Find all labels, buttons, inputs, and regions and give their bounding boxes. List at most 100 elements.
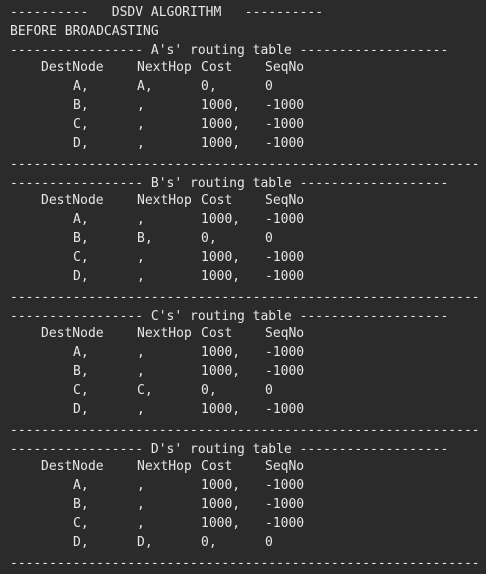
table-close-rule: ----------------------------------------…	[10, 556, 480, 571]
table-title: ----------------- D's' routing table ---…	[10, 442, 449, 457]
seqno-cell: -1000	[265, 478, 305, 493]
cost-cell: 1000,	[201, 364, 241, 379]
table-row: C, , 1000, -1000	[10, 117, 486, 136]
cost-cell: 1000,	[201, 345, 241, 360]
nexthop-cell: ,	[137, 136, 145, 151]
table-row: B, , 1000, -1000	[10, 98, 486, 117]
table-header-row: DestNode NextHop Cost SeqNo	[10, 459, 486, 478]
table-row: D, , 1000, -1000	[10, 269, 486, 288]
cost-cell: 0,	[201, 231, 217, 246]
cost-cell: 1000,	[201, 402, 241, 417]
header-destnode: DestNode	[41, 459, 104, 474]
dest-cell: C,	[73, 516, 89, 531]
seqno-cell: -1000	[265, 402, 305, 417]
table-row: B, , 1000, -1000	[10, 364, 486, 383]
seqno-cell: -1000	[265, 117, 305, 132]
seqno-cell: -1000	[265, 364, 305, 379]
header-destnode: DestNode	[41, 60, 104, 75]
nexthop-cell: ,	[137, 98, 145, 113]
table-row: A, , 1000, -1000	[10, 345, 486, 364]
seqno-cell: -1000	[265, 98, 305, 113]
header-nexthop: NextHop	[137, 459, 192, 474]
cost-cell: 1000,	[201, 497, 241, 512]
nexthop-cell: ,	[137, 516, 145, 531]
routing-table-d: ----------------- D's' routing table ---…	[10, 440, 486, 573]
seqno-cell: -1000	[265, 250, 305, 265]
table-close-rule: ----------------------------------------…	[10, 157, 480, 172]
table-row: B, B, 0, 0	[10, 231, 486, 250]
nexthop-cell: ,	[137, 364, 145, 379]
seqno-cell: -1000	[265, 345, 305, 360]
nexthop-cell: ,	[137, 345, 145, 360]
table-row: A, , 1000, -1000	[10, 212, 486, 231]
header-cost: Cost	[201, 60, 233, 75]
cost-cell: 0,	[201, 383, 217, 398]
nexthop-cell: ,	[137, 250, 145, 265]
seqno-cell: 0	[265, 383, 273, 398]
header-cost: Cost	[201, 326, 233, 341]
header-seqno: SeqNo	[265, 326, 305, 341]
header-destnode: DestNode	[41, 193, 104, 208]
header-seqno: SeqNo	[265, 193, 305, 208]
cost-cell: 1000,	[201, 98, 241, 113]
nexthop-cell: ,	[137, 497, 145, 512]
seqno-cell: 0	[265, 231, 273, 246]
seqno-cell: 0	[265, 79, 273, 94]
routing-table-a: ----------------- A's' routing table ---…	[10, 41, 486, 174]
routing-table-c: ----------------- C's' routing table ---…	[10, 307, 486, 440]
table-header-row: DestNode NextHop Cost SeqNo	[10, 60, 486, 79]
dest-cell: D,	[73, 535, 89, 550]
dest-cell: C,	[73, 250, 89, 265]
table-row: D, , 1000, -1000	[10, 402, 486, 421]
nexthop-cell: B,	[137, 231, 153, 246]
nexthop-cell: ,	[137, 212, 145, 227]
nexthop-cell: ,	[137, 117, 145, 132]
table-title: ----------------- B's' routing table ---…	[10, 176, 449, 191]
dest-cell: D,	[73, 402, 89, 417]
header-nexthop: NextHop	[137, 60, 192, 75]
cost-cell: 1000,	[201, 269, 241, 284]
dest-cell: D,	[73, 269, 89, 284]
seqno-cell: -1000	[265, 269, 305, 284]
dest-cell: D,	[73, 136, 89, 151]
table-title: ----------------- A's' routing table ---…	[10, 43, 449, 58]
header-seqno: SeqNo	[265, 60, 305, 75]
seqno-cell: 0	[265, 535, 273, 550]
terminal-output: ---------- DSDV ALGORITHM ---------- BEF…	[0, 0, 486, 574]
header-cost: Cost	[201, 459, 233, 474]
header-cost: Cost	[201, 193, 233, 208]
nexthop-cell: C,	[137, 383, 153, 398]
dest-cell: B,	[73, 497, 89, 512]
table-header-row: DestNode NextHop Cost SeqNo	[10, 326, 486, 345]
cost-cell: 1000,	[201, 250, 241, 265]
dest-cell: A,	[73, 79, 89, 94]
header-nexthop: NextHop	[137, 193, 192, 208]
seqno-cell: -1000	[265, 516, 305, 531]
seqno-cell: -1000	[265, 497, 305, 512]
dest-cell: B,	[73, 231, 89, 246]
routing-table-b: ----------------- B's' routing table ---…	[10, 174, 486, 307]
nexthop-cell: ,	[137, 478, 145, 493]
dest-cell: A,	[73, 345, 89, 360]
cost-cell: 1000,	[201, 516, 241, 531]
nexthop-cell: A,	[137, 79, 153, 94]
table-title: ----------------- C's' routing table ---…	[10, 309, 449, 324]
table-row: C, , 1000, -1000	[10, 516, 486, 535]
header-destnode: DestNode	[41, 326, 104, 341]
cost-cell: 1000,	[201, 212, 241, 227]
dest-cell: B,	[73, 98, 89, 113]
cost-cell: 0,	[201, 79, 217, 94]
table-row: D, , 1000, -1000	[10, 136, 486, 155]
nexthop-cell: D,	[137, 535, 153, 550]
seqno-cell: -1000	[265, 136, 305, 151]
cost-cell: 1000,	[201, 136, 241, 151]
seqno-cell: -1000	[265, 212, 305, 227]
dest-cell: A,	[73, 478, 89, 493]
header-seqno: SeqNo	[265, 459, 305, 474]
cost-cell: 1000,	[201, 478, 241, 493]
nexthop-cell: ,	[137, 269, 145, 284]
dest-cell: C,	[73, 117, 89, 132]
cost-cell: 1000,	[201, 117, 241, 132]
cost-cell: 0,	[201, 535, 217, 550]
table-row: C, , 1000, -1000	[10, 250, 486, 269]
